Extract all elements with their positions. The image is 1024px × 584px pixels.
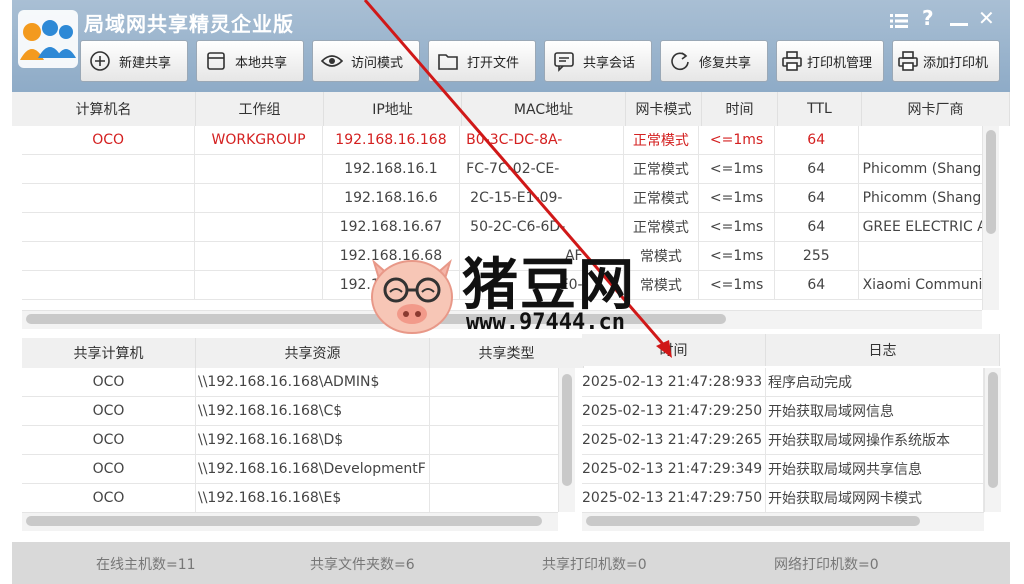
shares-vertical-scrollbar[interactable]	[558, 368, 575, 512]
repair-share-label: 修复共享	[699, 55, 752, 71]
hosts-vertical-scrollbar[interactable]	[982, 126, 999, 310]
menu-icon[interactable]	[890, 10, 908, 34]
status-shared-folders: 共享文件夹数=6	[310, 557, 415, 573]
log-table: 2025-02-13 21:47:28:933 程序启动完成 2025-02-1…	[582, 368, 984, 512]
access-mode-button[interactable]: 访问模式	[312, 40, 420, 82]
watermark-url: www.97444.cn	[466, 310, 625, 335]
share-session-label: 共享会话	[583, 55, 636, 71]
local-share-label: 本地共享	[235, 55, 288, 71]
column-ip[interactable]: IP地址	[324, 92, 462, 126]
people-group-logo-icon	[18, 10, 78, 68]
share-session-button[interactable]: 共享会话	[544, 40, 652, 82]
table-row[interactable]: 2025-02-13 21:47:29:750 开始获取局域网网卡模式	[582, 484, 984, 512]
log-vertical-scrollbar[interactable]	[984, 368, 1001, 512]
log-horizontal-scrollbar[interactable]	[582, 512, 984, 531]
app-title: 局域网共享精灵企业版	[84, 12, 294, 36]
table-row[interactable]: 192.168.16.6 2C-15-E1-09- 正常模式 <=1ms 64 …	[22, 184, 996, 213]
watermark-brand: 猪豆网	[462, 253, 636, 318]
folder-icon	[437, 50, 459, 72]
window-icon	[205, 50, 227, 72]
printer-manage-button[interactable]: 打印机管理	[776, 40, 884, 82]
help-icon[interactable]: ?	[922, 6, 934, 30]
column-log-message[interactable]: 日志	[766, 334, 1000, 366]
chat-icon	[553, 50, 575, 72]
local-share-button[interactable]: 本地共享	[196, 40, 304, 82]
table-row[interactable]: 2025-02-13 21:47:28:933 程序启动完成	[582, 368, 984, 397]
table-row[interactable]: OCO \\192.168.16.168\ADMIN$	[22, 368, 562, 397]
column-workgroup[interactable]: 工作组	[196, 92, 324, 126]
plus-circle-icon	[89, 50, 111, 72]
printer-add-icon	[897, 50, 919, 72]
hosts-header: 计算机名 工作组 IP地址 MAC地址 网卡模式 时间 TTL 网卡厂商	[12, 92, 1010, 126]
add-printer-label: 添加打印机	[923, 55, 989, 71]
title-bar: 局域网共享精灵企业版 ? ✕ 新建共享 本地共享 访问模式 打开文件 共享会话	[12, 0, 1010, 92]
table-row[interactable]: OCO WORKGROUP 192.168.16.168 B0-3C-DC-8A…	[22, 126, 996, 155]
shares-horizontal-scrollbar[interactable]	[22, 512, 558, 531]
new-share-button[interactable]: 新建共享	[80, 40, 188, 82]
table-row[interactable]: 2025-02-13 21:47:29:250 开始获取局域网信息	[582, 397, 984, 426]
status-network-printers: 网络打印机数=0	[774, 557, 879, 573]
scroll-thumb[interactable]	[26, 516, 542, 526]
column-share-type[interactable]: 共享类型	[430, 338, 584, 368]
column-computer-name[interactable]: 计算机名	[12, 92, 196, 126]
printer-icon	[781, 50, 803, 72]
scroll-thumb[interactable]	[988, 372, 998, 488]
access-mode-label: 访问模式	[351, 55, 404, 71]
shares-header: 共享计算机 共享资源 共享类型	[22, 338, 584, 368]
watermark: 猪豆网 www.97444.cn	[362, 242, 668, 342]
printer-manage-label: 打印机管理	[807, 55, 873, 71]
close-icon[interactable]: ✕	[978, 6, 995, 30]
column-mac[interactable]: MAC地址	[462, 92, 626, 126]
table-row[interactable]: 192.168.16.67 50-2C-C6-6D- 正常模式 <=1ms 64…	[22, 213, 996, 242]
add-printer-button[interactable]: 添加打印机	[892, 40, 1000, 82]
status-online-hosts: 在线主机数=11	[96, 557, 196, 573]
column-share-resource[interactable]: 共享资源	[196, 338, 430, 368]
scroll-thumb[interactable]	[562, 374, 572, 486]
column-vendor[interactable]: 网卡厂商	[862, 92, 1010, 126]
table-row[interactable]: 2025-02-13 21:47:29:349 开始获取局域网共享信息	[582, 455, 984, 484]
table-row[interactable]: 192.168.16.1 FC-7C-02-CE- 正常模式 <=1ms 64 …	[22, 155, 996, 184]
table-row[interactable]: OCO \\192.168.16.168\E$	[22, 484, 562, 512]
minimize-icon[interactable]	[950, 8, 968, 33]
eye-icon	[321, 50, 343, 72]
status-shared-printers: 共享打印机数=0	[542, 557, 647, 573]
repair-share-button[interactable]: 修复共享	[660, 40, 768, 82]
scroll-thumb[interactable]	[586, 516, 920, 526]
status-bar: 在线主机数=11 共享文件夹数=6 共享打印机数=0 网络打印机数=0	[12, 542, 1010, 584]
table-row[interactable]: OCO \\192.168.16.168\D$	[22, 426, 562, 455]
table-row[interactable]: OCO \\192.168.16.168\C$	[22, 397, 562, 426]
column-ttl[interactable]: TTL	[778, 92, 862, 126]
shares-table: OCO \\192.168.16.168\ADMIN$ OCO \\192.16…	[22, 368, 562, 512]
column-time[interactable]: 时间	[702, 92, 778, 126]
column-nic-mode[interactable]: 网卡模式	[626, 92, 702, 126]
table-row[interactable]: 2025-02-13 21:47:29:265 开始获取局域网操作系统版本	[582, 426, 984, 455]
pig-mascot-icon	[371, 258, 453, 334]
column-share-computer[interactable]: 共享计算机	[22, 338, 196, 368]
refresh-icon	[669, 50, 691, 72]
open-file-label: 打开文件	[467, 55, 520, 71]
open-file-button[interactable]: 打开文件	[428, 40, 536, 82]
new-share-label: 新建共享	[119, 55, 172, 71]
table-row[interactable]: OCO \\192.168.16.168\DevelopmentF	[22, 455, 562, 484]
scroll-thumb[interactable]	[986, 130, 996, 234]
